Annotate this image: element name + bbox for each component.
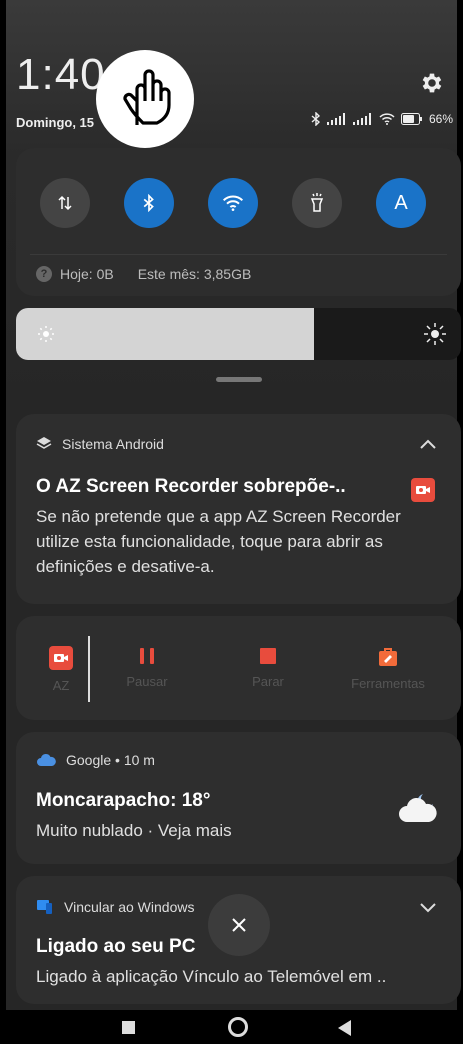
divider <box>30 254 447 255</box>
notification-body: Se não pretende que a app AZ Screen Reco… <box>36 507 401 576</box>
date: Domingo, 15 <box>16 115 95 130</box>
recorder-app-button[interactable]: AZ <box>16 646 106 693</box>
weather-body: Muito nublado · Veja mais <box>36 821 232 840</box>
tools-label: Ferramentas <box>351 676 425 691</box>
signal-1-icon <box>326 113 345 125</box>
auto-brightness-label: A <box>394 191 408 214</box>
data-usage-month: Este mês: 3,85GB <box>137 266 252 282</box>
bluetooth-status-icon <box>311 112 320 126</box>
close-icon <box>232 918 246 932</box>
data-usage-today: Hoje: 0B <box>60 266 114 282</box>
quick-settings-panel: A ? Hoje: 0B Este mês: 3,85GB <box>16 148 461 296</box>
data-usage[interactable]: ? Hoje: 0B Este mês: 3,85GB <box>36 266 251 282</box>
phone-link-icon <box>37 900 52 914</box>
notification-header: Vincular ao Windows <box>36 898 194 916</box>
notification-source: Google • 10 m <box>66 752 155 768</box>
screen-left-border <box>0 0 6 1044</box>
recorder-app-icon <box>411 478 435 502</box>
notification-header: Sistema Android <box>36 436 164 452</box>
weather-title: Moncarapacho: 18° <box>36 790 211 811</box>
back-button[interactable] <box>338 1020 351 1036</box>
bluetooth-toggle[interactable] <box>124 178 174 228</box>
recorder-app-icon <box>49 646 73 670</box>
cloud-icon <box>37 753 56 766</box>
wifi-status-icon <box>379 113 395 125</box>
home-button[interactable] <box>228 1017 248 1037</box>
recorder-app-label: AZ <box>52 678 70 693</box>
brightness-slider[interactable] <box>16 308 461 360</box>
divider <box>88 636 90 702</box>
clear-notifications-button[interactable] <box>208 894 270 956</box>
chevron-up-icon[interactable] <box>419 438 437 450</box>
help-icon: ? <box>36 266 52 282</box>
stop-icon <box>260 648 276 664</box>
flashlight-icon <box>310 193 324 212</box>
battery-icon <box>400 113 422 125</box>
notification-android-system[interactable]: Sistema Android O AZ Screen Recorder sob… <box>16 414 461 604</box>
stop-button[interactable]: Parar <box>223 646 313 689</box>
notification-header: Google • 10 m <box>36 752 155 768</box>
brightness-high-icon <box>424 323 446 345</box>
status-bar-icons: 66% <box>311 112 453 126</box>
navigation-bar <box>0 1010 463 1044</box>
notification-recorder-controls: AZ Pausar Parar Ferramentas <box>16 616 461 720</box>
arrows-updown-icon <box>58 195 72 211</box>
pause-icon <box>140 648 154 664</box>
notification-app-name: Vincular ao Windows <box>64 899 195 915</box>
notification-title: O AZ Screen Recorder sobrepõe-.. <box>36 476 346 497</box>
wifi-toggle[interactable] <box>208 178 258 228</box>
toolbox-icon <box>379 648 397 666</box>
pause-button[interactable]: Pausar <box>102 646 192 689</box>
drag-handle[interactable] <box>216 377 262 382</box>
wifi-icon <box>222 195 244 211</box>
clock: 1:40 <box>16 50 106 99</box>
windows-title: Ligado ao seu PC <box>36 936 196 957</box>
brightness-low-icon <box>38 326 54 342</box>
data-toggle[interactable] <box>40 178 90 228</box>
flashlight-toggle[interactable] <box>292 178 342 228</box>
auto-brightness-toggle[interactable]: A <box>376 178 426 228</box>
hand-pointer-icon <box>96 50 194 148</box>
gear-icon[interactable] <box>419 70 445 96</box>
notification-app-name: Sistema Android <box>62 436 164 452</box>
windows-body: Ligado à aplicação Vínculo ao Telemóvel … <box>36 967 387 986</box>
tools-button[interactable]: Ferramentas <box>343 646 433 691</box>
cloudy-night-icon <box>399 794 437 822</box>
notification-weather[interactable]: Google • 10 m Moncarapacho: 18° Muito nu… <box>16 732 461 864</box>
stop-label: Parar <box>252 674 284 689</box>
battery-percent: 66% <box>428 112 453 126</box>
bluetooth-icon <box>143 194 154 212</box>
android-layers-icon <box>36 437 52 449</box>
signal-2-icon <box>352 113 371 125</box>
pause-label: Pausar <box>126 674 168 689</box>
recents-button[interactable] <box>122 1021 135 1034</box>
chevron-down-icon[interactable] <box>419 902 437 914</box>
brightness-slider-fill <box>16 308 315 360</box>
